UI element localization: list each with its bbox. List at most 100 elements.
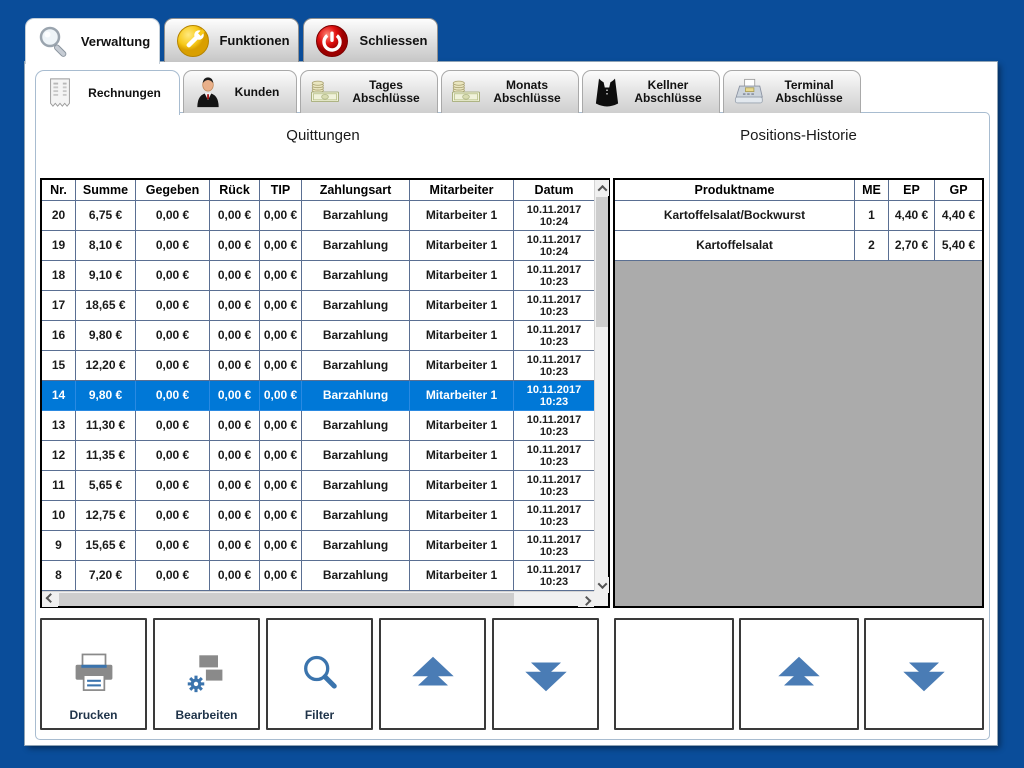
cell-datum: 10.11.201710:23 <box>514 321 594 351</box>
main-tab-funktionen[interactable]: Funktionen <box>164 18 299 62</box>
cell: 15 <box>42 351 76 381</box>
cell: Mitarbeiter 1 <box>410 501 514 531</box>
scroll-up-arrow-button[interactable] <box>595 180 609 196</box>
scroll-down-right-button[interactable] <box>864 618 984 730</box>
column-header-summe: Summe <box>76 180 136 201</box>
receipt-row-20[interactable]: 206,75 €0,00 €0,00 €0,00 €BarzahlungMita… <box>42 201 594 231</box>
column-header-gegeben: Gegeben <box>136 180 210 201</box>
cell: 0,00 € <box>210 471 260 501</box>
cell: 5,65 € <box>76 471 136 501</box>
cell: 19 <box>42 231 76 261</box>
column-header-me: ME <box>855 180 889 201</box>
cell: Mitarbeiter 1 <box>410 411 514 441</box>
horizontal-scroll-thumb[interactable] <box>59 593 514 606</box>
receipt-row-9[interactable]: 915,65 €0,00 €0,00 €0,00 €BarzahlungMita… <box>42 531 594 561</box>
content-panel: Quittungen Positions-Historie Nr.SummeGe… <box>35 112 990 740</box>
scroll-up-right-button[interactable] <box>739 618 859 730</box>
datum-date: 10.11.2017 <box>527 234 581 246</box>
positions-table-header: ProduktnameMEEPGP <box>615 180 982 201</box>
empty-button[interactable] <box>614 618 734 730</box>
datum-time: 10:23 <box>540 486 568 498</box>
datum-time: 10:23 <box>540 516 568 528</box>
datum-time: 10:23 <box>540 276 568 288</box>
cell-datum: 10.11.201710:23 <box>514 381 594 411</box>
bearbeiten-button[interactable]: Bearbeiten <box>153 618 260 730</box>
positions-action-bar <box>614 618 984 730</box>
datum-time: 10:23 <box>540 576 568 588</box>
tab-label: Rechnungen <box>76 87 173 100</box>
cell: Barzahlung <box>302 261 410 291</box>
filter-button[interactable]: Filter <box>266 618 373 730</box>
scroll-left-arrow-button[interactable] <box>42 592 58 607</box>
cell: Barzahlung <box>302 231 410 261</box>
receipt-row-13[interactable]: 1311,30 €0,00 €0,00 €0,00 €BarzahlungMit… <box>42 411 594 441</box>
receipt-row-11[interactable]: 115,65 €0,00 €0,00 €0,00 €BarzahlungMita… <box>42 471 594 501</box>
receipt-row-14[interactable]: 149,80 €0,00 €0,00 €0,00 €BarzahlungMita… <box>42 381 594 411</box>
scroll-down-left-button[interactable] <box>492 618 599 730</box>
vertical-scroll-thumb[interactable] <box>596 197 608 327</box>
cell: 20 <box>42 201 76 231</box>
datum-time: 10:23 <box>540 366 568 378</box>
desktop: { "colors": { "selection": "#0078d7", "b… <box>0 0 1024 768</box>
cell-datum: 10.11.201710:23 <box>514 471 594 501</box>
main-tab-schliessen[interactable]: Schliessen <box>303 18 438 62</box>
main-tab-verwaltung[interactable]: Verwaltung <box>25 18 160 64</box>
column-header-mitarbeiter: Mitarbeiter <box>410 180 514 201</box>
cell: 0,00 € <box>260 261 302 291</box>
cell: Mitarbeiter 1 <box>410 351 514 381</box>
receipt-row-15[interactable]: 1512,20 €0,00 €0,00 €0,00 €BarzahlungMit… <box>42 351 594 381</box>
cell: 0,00 € <box>260 381 302 411</box>
cell: 0,00 € <box>260 531 302 561</box>
receipts-table: Nr.SummeGegebenRückTIPZahlungsartMitarbe… <box>40 178 610 608</box>
cell: 9,80 € <box>76 321 136 351</box>
cell: 7,20 € <box>76 561 136 591</box>
receipts-horizontal-scrollbar[interactable] <box>42 591 594 606</box>
sub-tab-rechnungen[interactable]: Rechnungen <box>35 70 180 115</box>
receipts-title: Quittungen <box>40 127 606 144</box>
scrollbar-corner <box>594 591 608 606</box>
cell-datum: 10.11.201710:23 <box>514 261 594 291</box>
tab-label: Schliessen <box>358 33 437 48</box>
cell: 0,00 € <box>136 471 210 501</box>
cell: 13 <box>42 411 76 441</box>
sub-tab-kunden[interactable]: Kunden <box>183 70 297 113</box>
sub-tab-terminal-abschluesse[interactable]: Terminal Abschlüsse <box>723 70 861 113</box>
sub-tab-monats-abschluesse[interactable]: Monats Abschlüsse <box>441 70 579 113</box>
cell: Barzahlung <box>302 471 410 501</box>
receipts-vertical-scrollbar[interactable] <box>594 180 608 593</box>
chevron-right-icon <box>581 596 591 606</box>
datum-time: 10:23 <box>540 426 568 438</box>
receipt-row-19[interactable]: 198,10 €0,00 €0,00 €0,00 €BarzahlungMita… <box>42 231 594 261</box>
column-header-gp: GP <box>935 180 982 201</box>
cell-datum: 10.11.201710:23 <box>514 441 594 471</box>
sub-tab-tages-abschluesse[interactable]: Tages Abschlüsse <box>300 70 438 113</box>
cell: Mitarbeiter 1 <box>410 201 514 231</box>
receipt-row-17[interactable]: 1718,65 €0,00 €0,00 €0,00 €BarzahlungMit… <box>42 291 594 321</box>
chevron-down-icon <box>597 579 607 589</box>
sub-tab-kellner-abschluesse[interactable]: Kellner Abschlüsse <box>582 70 720 113</box>
cell: 0,00 € <box>136 291 210 321</box>
column-header-datum: Datum <box>514 180 594 201</box>
cell: 11 <box>42 471 76 501</box>
cell: 18 <box>42 261 76 291</box>
scroll-right-arrow-button[interactable] <box>578 592 594 607</box>
position-row-1[interactable]: Kartoffelsalat/Bockwurst14,40 €4,40 € <box>615 201 982 231</box>
receipt-row-18[interactable]: 189,10 €0,00 €0,00 €0,00 €BarzahlungMita… <box>42 261 594 291</box>
datum-date: 10.11.2017 <box>527 474 581 486</box>
cell: Barzahlung <box>302 381 410 411</box>
scroll-up-left-button[interactable] <box>379 618 486 730</box>
receipt-row-8[interactable]: 87,20 €0,00 €0,00 €0,00 €BarzahlungMitar… <box>42 561 594 591</box>
datum-date: 10.11.2017 <box>527 354 581 366</box>
cell-datum: 10.11.201710:23 <box>514 411 594 441</box>
cell: 9,10 € <box>76 261 136 291</box>
receipt-row-12[interactable]: 1211,35 €0,00 €0,00 €0,00 €BarzahlungMit… <box>42 441 594 471</box>
wrench-icon <box>175 23 211 59</box>
receipt-row-10[interactable]: 1012,75 €0,00 €0,00 €0,00 €BarzahlungMit… <box>42 501 594 531</box>
receipt-row-16[interactable]: 169,80 €0,00 €0,00 €0,00 €BarzahlungMita… <box>42 321 594 351</box>
datum-time: 10:23 <box>540 546 568 558</box>
cell: 0,00 € <box>210 381 260 411</box>
position-row-2[interactable]: Kartoffelsalat22,70 €5,40 € <box>615 231 982 261</box>
datum-date: 10.11.2017 <box>527 264 581 276</box>
column-header-tip: TIP <box>260 180 302 201</box>
drucken-button[interactable]: Drucken <box>40 618 147 730</box>
